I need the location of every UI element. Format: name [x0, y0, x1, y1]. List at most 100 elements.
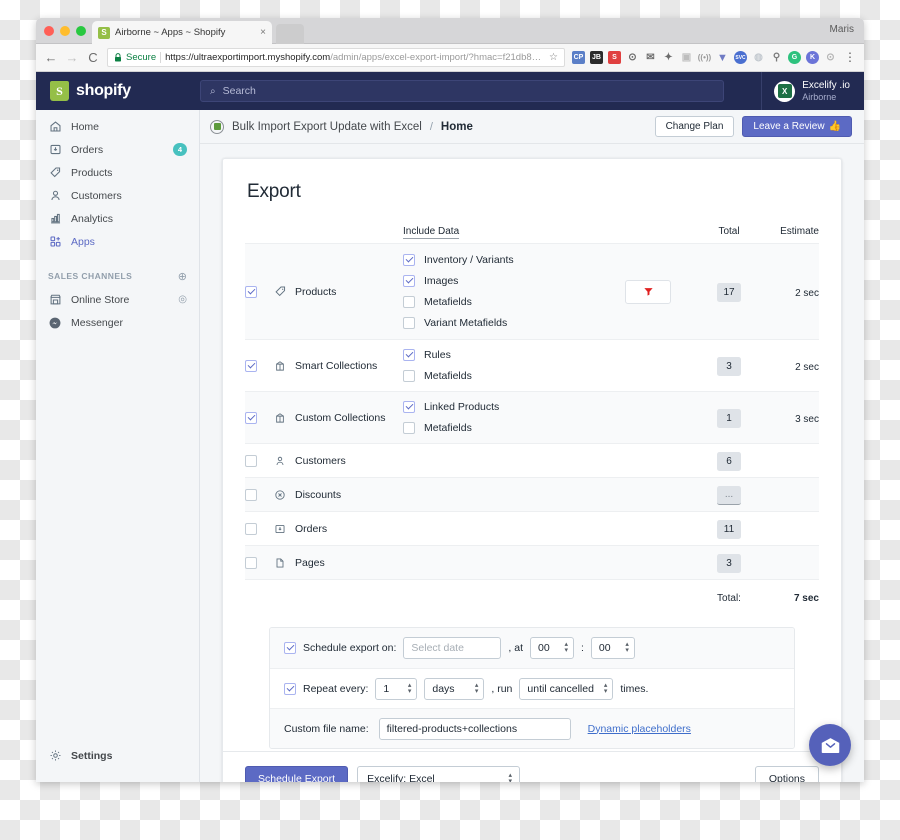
- export-format-select[interactable]: Excelify: Excel ▴ ▾: [357, 766, 521, 783]
- row-checkbox-products[interactable]: [245, 285, 257, 298]
- minute-stepper[interactable]: 00 ▴ ▾: [590, 637, 635, 659]
- options-button[interactable]: Options: [754, 766, 819, 782]
- row-checkbox-smart-collections[interactable]: [245, 359, 257, 372]
- browser-menu-icon[interactable]: ⋮: [844, 51, 856, 63]
- info-icon[interactable]: ⊙: [824, 51, 837, 64]
- checkbox-metafields[interactable]: [403, 370, 415, 382]
- shopify-logo[interactable]: S shopify: [36, 81, 200, 101]
- sidebar-item-analytics[interactable]: Analytics: [36, 208, 199, 229]
- sidebar-item-messenger[interactable]: Messenger: [36, 312, 199, 333]
- stepper-arrows-icon[interactable]: ▴ ▾: [564, 641, 568, 654]
- tab-close-icon[interactable]: ×: [260, 27, 266, 38]
- stepper-arrows-icon[interactable]: ▴ ▾: [625, 641, 629, 654]
- close-window-button[interactable]: [44, 26, 54, 36]
- table-row[interactable]: Products Inventory / Variants Images Met…: [245, 243, 819, 339]
- g-icon[interactable]: G: [788, 51, 801, 64]
- mail-icon[interactable]: ✉: [644, 51, 657, 64]
- unit-select[interactable]: days ▴ ▾: [424, 677, 485, 700]
- interval-stepper[interactable]: 1 ▴ ▾: [375, 677, 418, 700]
- row-checkbox-pages[interactable]: [245, 556, 257, 569]
- stepper-arrows-icon[interactable]: ▴ ▾: [509, 772, 513, 783]
- dynamic-placeholders-link[interactable]: Dynamic placeholders: [588, 723, 691, 735]
- new-tab-button[interactable]: [276, 24, 304, 44]
- table-row[interactable]: Customers 6: [245, 443, 819, 477]
- maximize-window-button[interactable]: [76, 26, 86, 36]
- include-option[interactable]: Rules: [403, 349, 625, 361]
- table-row[interactable]: Discounts ...: [245, 477, 819, 511]
- schedule-export-checkbox[interactable]: [284, 642, 296, 654]
- stepper-arrows-icon[interactable]: ▴ ▾: [475, 682, 479, 695]
- reload-icon[interactable]: C: [86, 50, 100, 65]
- wave-icon[interactable]: ((•)): [698, 51, 711, 64]
- checkbox-metafields[interactable]: [403, 422, 415, 434]
- row-label: Customers: [295, 454, 346, 467]
- include-option[interactable]: Inventory / Variants: [403, 254, 625, 266]
- back-arrow-icon[interactable]: ←: [44, 50, 58, 65]
- checkbox-metafields[interactable]: [403, 296, 415, 308]
- sidebar-item-apps[interactable]: Apps: [36, 231, 199, 252]
- sidebar-item-home[interactable]: Home: [36, 116, 199, 137]
- search-input[interactable]: ⌕ Search: [200, 80, 724, 102]
- schedule-export-button[interactable]: Schedule Export: [245, 766, 349, 782]
- checkbox-linked-products[interactable]: [403, 401, 415, 413]
- table-row[interactable]: Smart Collections Rules Metafields 3 2 s…: [245, 339, 819, 391]
- include-option[interactable]: Variant Metafields: [403, 317, 625, 329]
- include-option[interactable]: Metafields: [403, 370, 625, 382]
- row-checkbox-orders[interactable]: [245, 522, 257, 535]
- account-menu[interactable]: X Excelify .io Airborne: [761, 72, 864, 110]
- checkbox-images[interactable]: [403, 275, 415, 287]
- browser-tab[interactable]: S Airborne ~ Apps ~ Shopify ×: [92, 21, 272, 44]
- include-option[interactable]: Images: [403, 275, 625, 287]
- screenshot-icon[interactable]: ▣: [680, 51, 693, 64]
- include-option[interactable]: Metafields: [403, 296, 625, 308]
- add-sales-channel-icon[interactable]: ⊕: [178, 270, 187, 283]
- checkbox-variant-metafields[interactable]: [403, 317, 415, 329]
- table-row[interactable]: Custom Collections Linked Products Metaf…: [245, 391, 819, 443]
- sidebar-item-settings[interactable]: Settings: [36, 745, 199, 766]
- sidebar-item-products[interactable]: Products: [36, 162, 199, 183]
- include-option[interactable]: Metafields: [403, 422, 625, 434]
- runner-icon[interactable]: ⚲: [770, 51, 783, 64]
- pin-icon[interactable]: ✦: [662, 51, 675, 64]
- clipboard-icon[interactable]: CP: [572, 51, 585, 64]
- k-icon[interactable]: K: [806, 51, 819, 64]
- leave-review-button[interactable]: Leave a Review 👍: [742, 116, 852, 137]
- drop-icon[interactable]: ◍: [752, 51, 765, 64]
- file-name-input[interactable]: filtered-products+collections: [378, 717, 571, 740]
- include-option[interactable]: Linked Products: [403, 401, 625, 413]
- row-checkbox-custom-collections[interactable]: [245, 411, 257, 424]
- address-bar[interactable]: Secure https://ultraexportimport.myshopi…: [107, 48, 565, 67]
- checkbox-inventory-variants[interactable]: [403, 254, 415, 266]
- sidebar-item-orders[interactable]: Orders 4: [36, 139, 199, 160]
- column-header-include-data[interactable]: Include Data: [403, 226, 460, 239]
- times-select[interactable]: until cancelled ▴ ▾: [519, 677, 614, 700]
- bookmark-star-icon[interactable]: ☆: [549, 52, 558, 63]
- browser-profile-name[interactable]: Maris: [830, 24, 854, 35]
- shopify-extension-icon[interactable]: S: [608, 51, 621, 64]
- sidebar-item-customers[interactable]: Customers: [36, 185, 199, 206]
- row-checkbox-discounts[interactable]: [245, 488, 257, 501]
- camera-icon[interactable]: ⊙: [626, 51, 639, 64]
- forward-arrow-icon[interactable]: →: [65, 50, 79, 65]
- table-row[interactable]: Orders 11: [245, 511, 819, 545]
- svc-icon[interactable]: SVC: [734, 51, 747, 64]
- table-row[interactable]: Pages 3: [245, 545, 819, 579]
- v-icon[interactable]: ▼: [716, 51, 729, 64]
- repeat-checkbox[interactable]: [284, 682, 296, 695]
- row-checkbox-customers[interactable]: [245, 454, 257, 467]
- preview-store-icon[interactable]: ◎: [178, 294, 187, 305]
- filter-button[interactable]: [625, 279, 671, 304]
- sidebar-item-online-store[interactable]: Online Store ◎: [36, 289, 199, 310]
- breadcrumb-app[interactable]: Bulk Import Export Update with Excel: [232, 121, 422, 133]
- apps-icon: [48, 235, 62, 249]
- stepper-arrows-icon[interactable]: ▴ ▾: [408, 682, 412, 695]
- jb-icon[interactable]: JB: [590, 51, 603, 64]
- checkbox-rules[interactable]: [403, 349, 415, 361]
- row-name-products: Products: [273, 285, 403, 299]
- hour-stepper[interactable]: 00 ▴ ▾: [530, 637, 574, 659]
- chat-launcher-button[interactable]: [809, 724, 851, 766]
- date-input[interactable]: Select date: [403, 637, 502, 659]
- minimize-window-button[interactable]: [60, 26, 70, 36]
- change-plan-button[interactable]: Change Plan: [654, 116, 735, 137]
- stepper-arrows-icon[interactable]: ▴ ▾: [604, 682, 608, 695]
